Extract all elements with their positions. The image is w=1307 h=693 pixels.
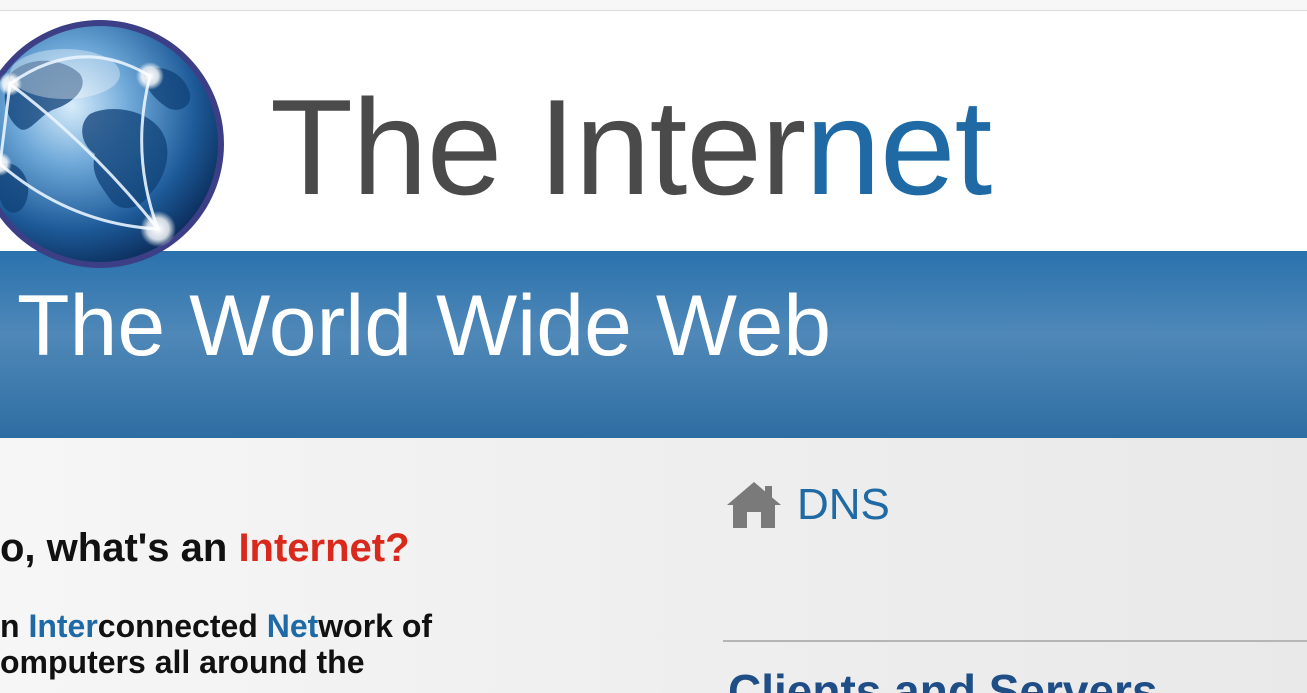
content-area: o, what's an Internet? n Interconnected … [0,438,1307,693]
site-title: The Internet [270,79,992,215]
globe-icon [0,20,224,268]
para-line1-net: Net [266,608,319,644]
clients-servers-heading: Clients and Servers [728,665,1158,693]
article-paragraph: n Interconnected Network of omputers all … [0,608,432,680]
sidebar-divider [723,640,1307,642]
banner-title: The World Wide Web [17,278,832,374]
house-icon [727,482,781,528]
para-line1-inter: Inter [28,608,98,644]
para-line2: omputers all around the [0,644,365,680]
page: The Internet The World Wide Web o, what'… [0,0,1307,693]
dns-link[interactable]: DNS [725,480,890,530]
site-title-accent: net [805,71,992,223]
article-question: o, what's an Internet? [0,526,410,571]
site-title-main: The Inter [270,71,806,223]
browser-top-edge [0,0,1307,11]
para-line1-work: work of [318,608,433,644]
para-line1-a: n [0,608,29,644]
dns-link-label: DNS [797,480,890,529]
question-prefix: o, what's an [0,526,239,570]
question-highlight: Internet? [238,526,410,570]
para-line1-connected: connected [97,608,267,644]
